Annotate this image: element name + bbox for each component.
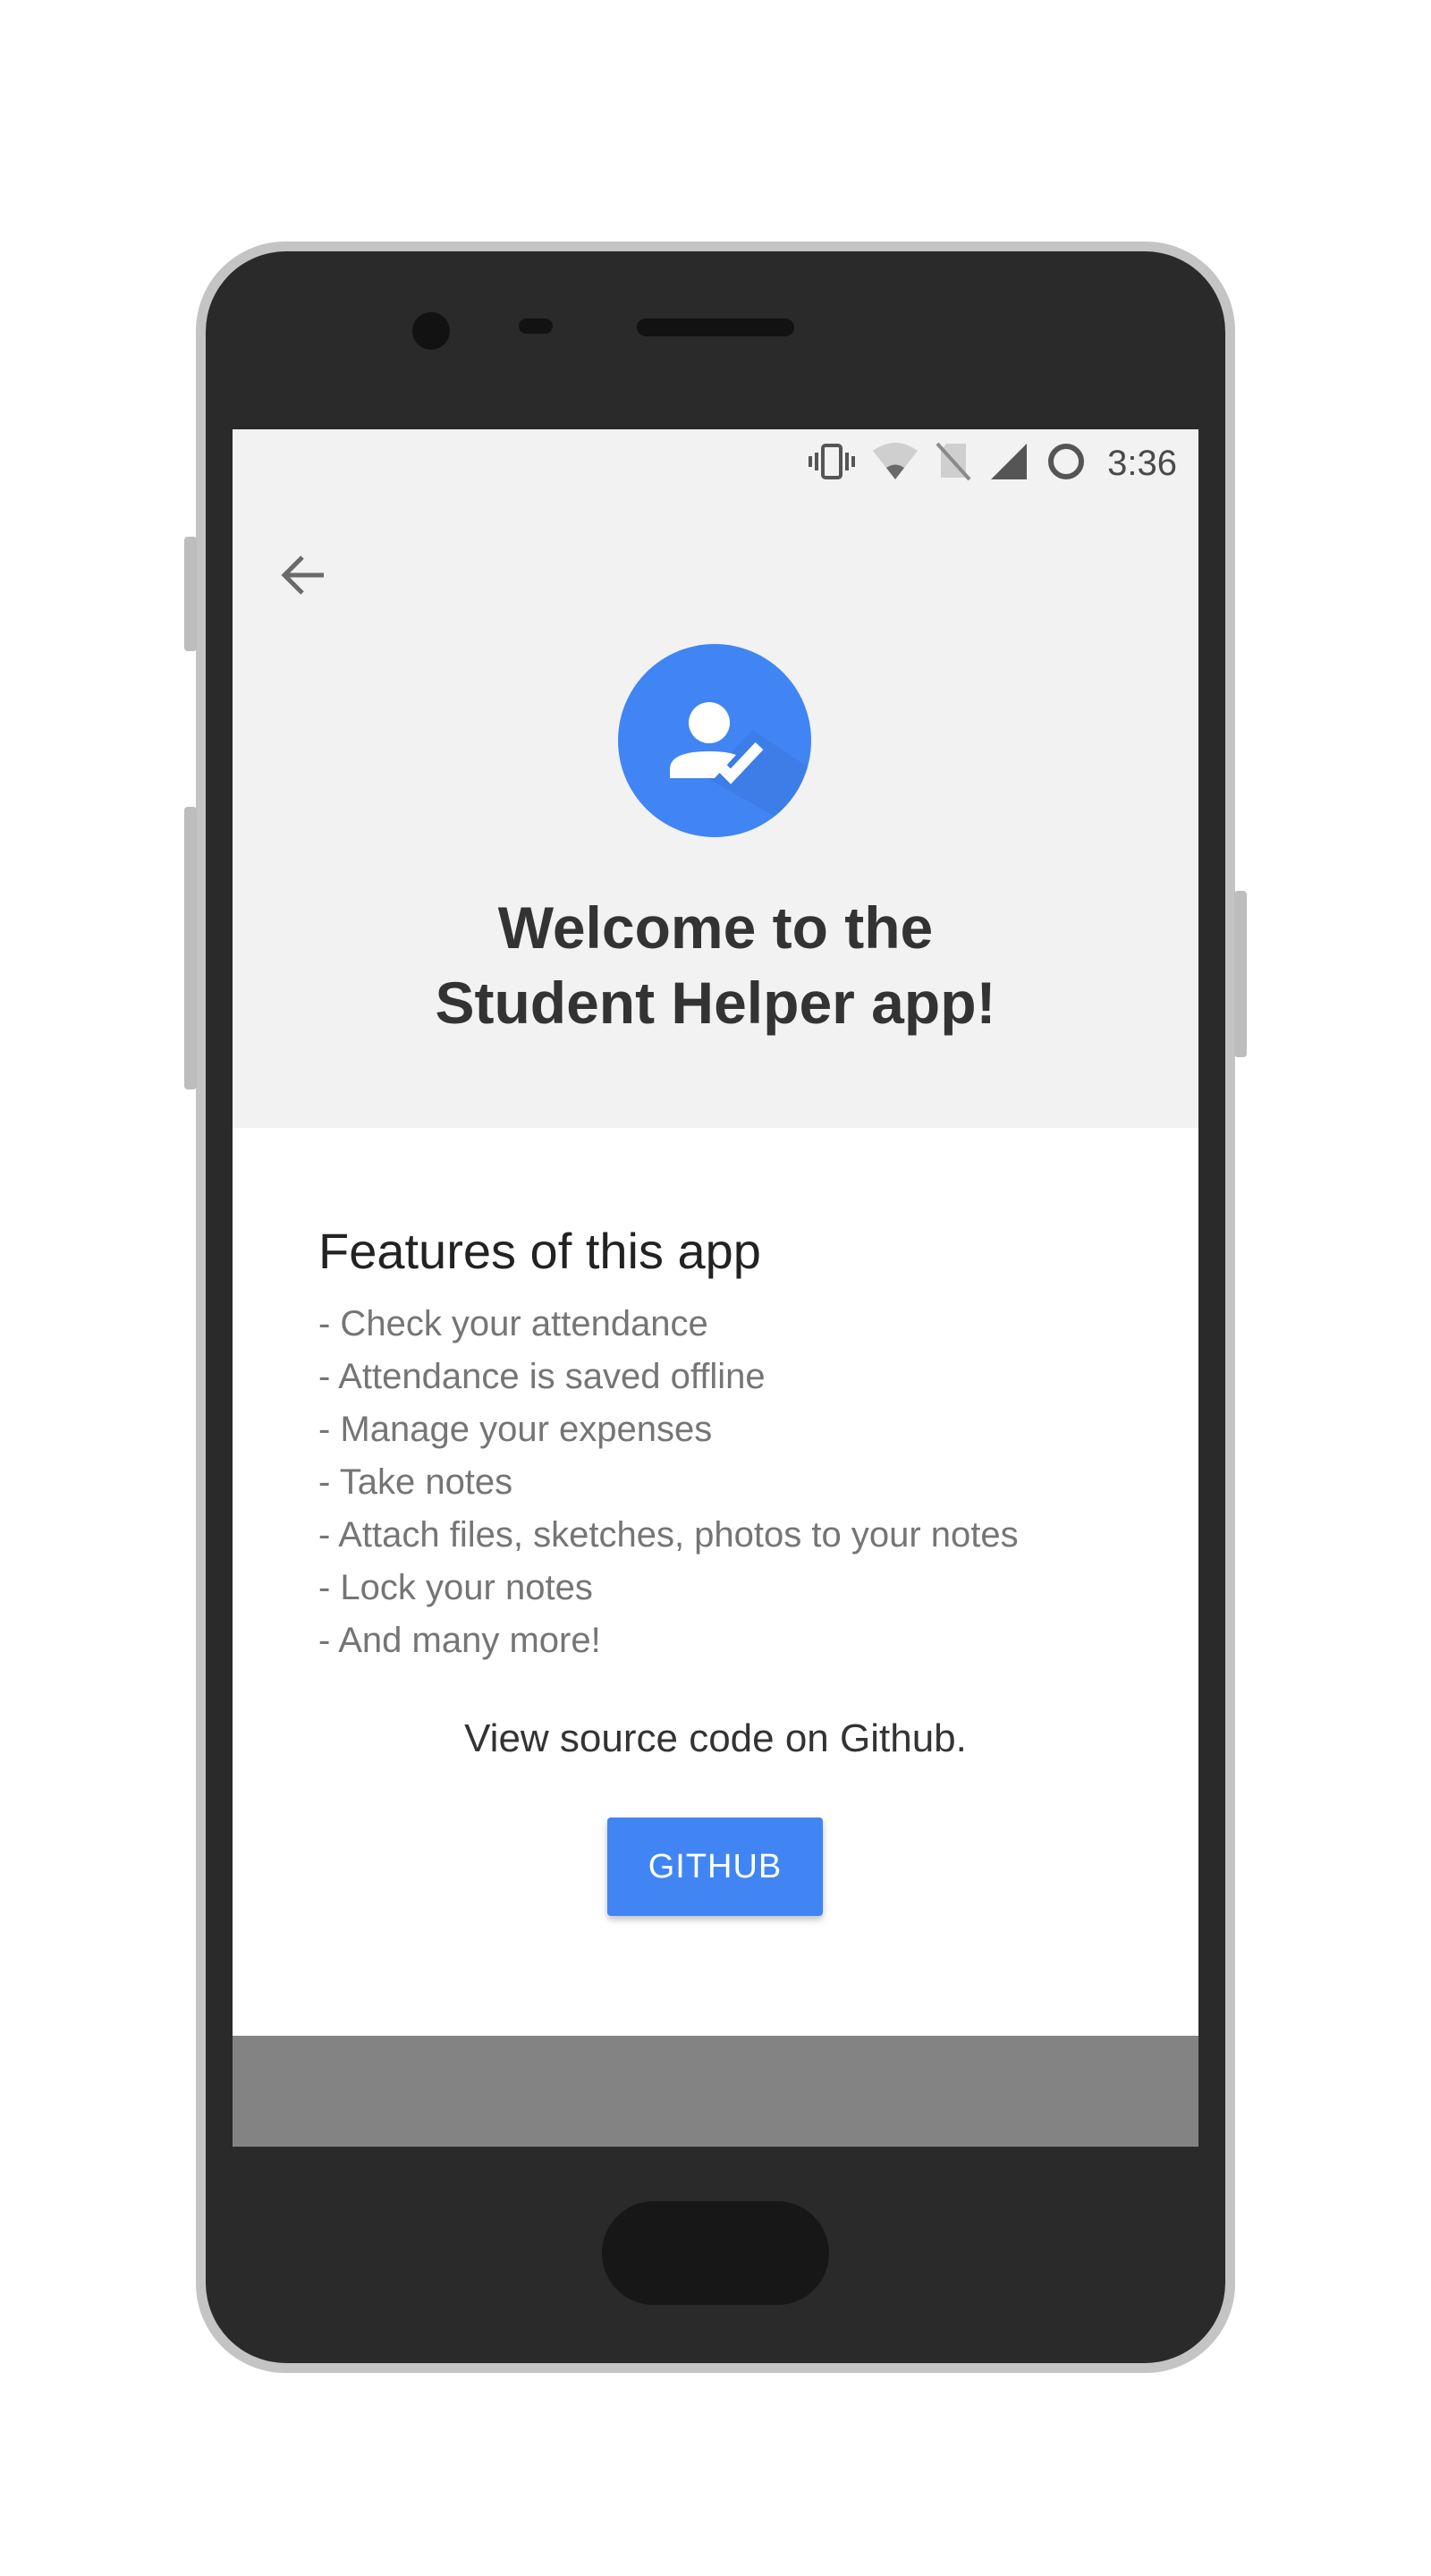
welcome-title: Welcome to the Student Helper app!: [435, 894, 996, 1036]
status-bar: 3:36: [233, 429, 1198, 496]
features-heading: Features of this app: [318, 1223, 761, 1279]
list-item: - Check your attendance: [318, 1304, 708, 1343]
list-item: - Attendance is saved offline: [318, 1357, 766, 1396]
github-button[interactable]: GITHUB: [607, 1818, 823, 1916]
list-item: - Lock your notes: [318, 1568, 593, 1607]
list-item: - And many more!: [318, 1621, 601, 1660]
earpiece-speaker: [637, 318, 794, 336]
power-button: [1234, 891, 1247, 1057]
proximity-sensor: [519, 318, 553, 334]
device-mockup: 3:36 Welcome to the Student Helper app! …: [0, 0, 1431, 2576]
list-item: - Take notes: [318, 1462, 513, 1502]
wifi-off-icon: [871, 440, 919, 487]
bottom-bar: [233, 2036, 1198, 2147]
list-item: - Manage your expenses: [318, 1410, 713, 1449]
vibrate-icon: [807, 440, 857, 487]
features-section: Features of this app - Check your attend…: [233, 1128, 1198, 2036]
volume-button-lower: [184, 807, 197, 1089]
volume-button-upper: [184, 537, 197, 651]
signal-icon: [987, 440, 1030, 487]
features-list: - Check your attendance - Attendance is …: [318, 1298, 1019, 1667]
arrow-back-icon: [279, 551, 327, 604]
person-check-icon: [618, 702, 811, 837]
app-screen: 3:36 Welcome to the Student Helper app! …: [233, 429, 1198, 2147]
status-time: 3:36: [1107, 443, 1177, 483]
home-button[interactable]: [602, 2201, 829, 2305]
source-code-text: View source code on Github.: [464, 1716, 967, 1760]
no-sim-icon: [934, 440, 973, 487]
back-button[interactable]: [272, 546, 334, 608]
welcome-header: Welcome to the Student Helper app!: [233, 496, 1198, 1128]
circle-icon: [1045, 440, 1088, 487]
front-camera: [412, 312, 450, 350]
list-item: - Attach files, sketches, photos to your…: [318, 1515, 1019, 1555]
app-logo: [618, 644, 811, 837]
status-icons: 3:36: [807, 438, 1177, 488]
